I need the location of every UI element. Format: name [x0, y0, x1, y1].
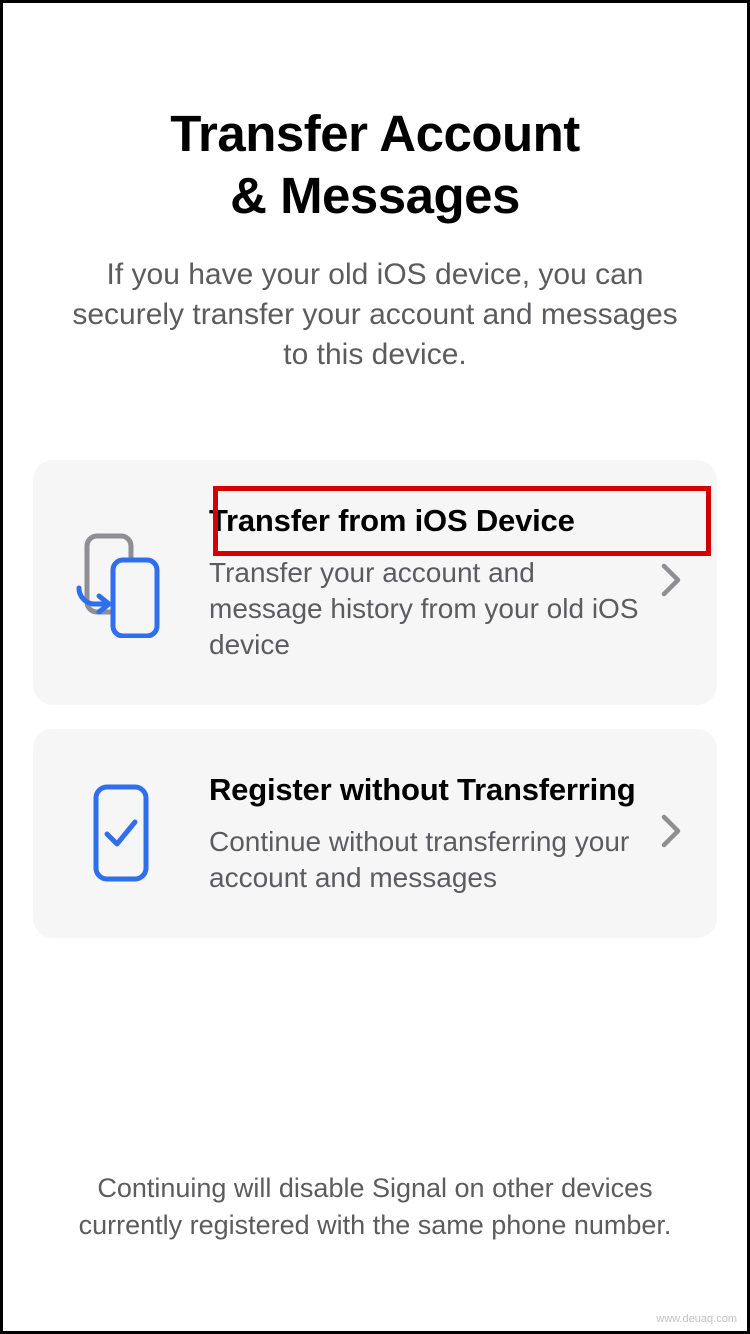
option-transfer-subtitle: Transfer your account and message histor…	[209, 555, 651, 662]
option-register-without[interactable]: Register without Transferring Continue w…	[33, 729, 717, 938]
page-subtitle: If you have your old iOS device, you can…	[33, 255, 717, 374]
option-transfer-title: Transfer from iOS Device	[209, 502, 651, 539]
options-list: Transfer from iOS Device Transfer your a…	[33, 460, 717, 938]
watermark: www.deuaq.com	[656, 1313, 737, 1325]
transfer-devices-icon	[73, 528, 165, 638]
option-register-title: Register without Transferring	[209, 771, 651, 808]
footer-note: Continuing will disable Signal on other …	[3, 1170, 747, 1243]
chevron-right-icon	[661, 563, 695, 602]
option-transfer-text: Transfer from iOS Device Transfer your a…	[165, 502, 661, 663]
page-title-line1: Transfer Account	[170, 105, 580, 162]
page-title: Transfer Account & Messages	[33, 103, 717, 227]
option-transfer-ios[interactable]: Transfer from iOS Device Transfer your a…	[33, 460, 717, 705]
option-register-subtitle: Continue without transferring your accou…	[209, 824, 651, 896]
option-register-text: Register without Transferring Continue w…	[165, 771, 661, 896]
page-title-line2: & Messages	[230, 167, 520, 224]
device-check-icon	[73, 778, 165, 888]
chevron-right-icon	[661, 814, 695, 853]
